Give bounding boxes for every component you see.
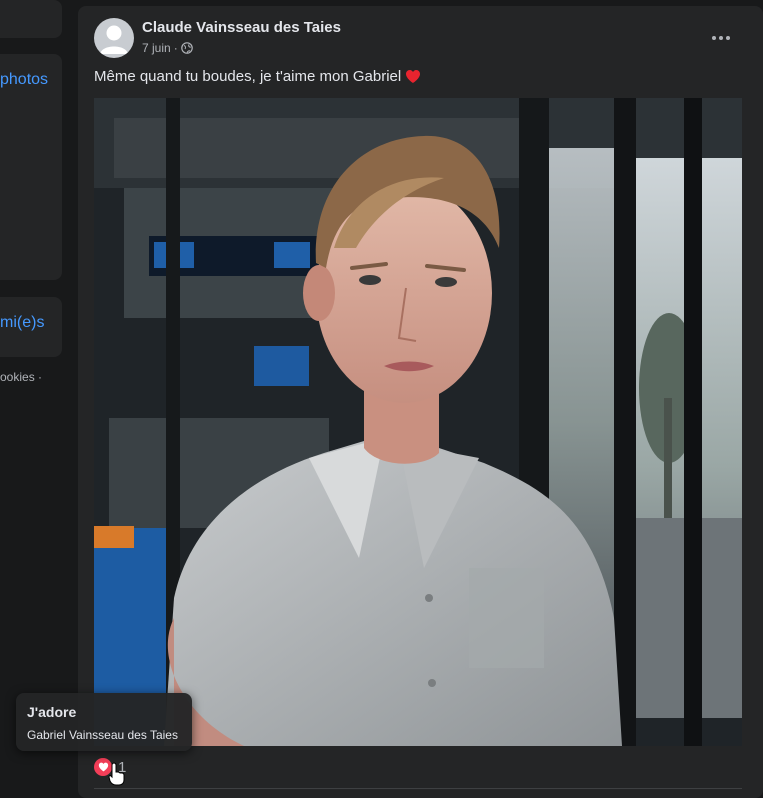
more-horizontal-icon: [712, 36, 730, 40]
caption-text: Même quand tu boudes, je t'aime mon Gabr…: [94, 68, 402, 85]
red-heart-icon: [406, 70, 421, 83]
default-avatar-icon: [100, 25, 128, 54]
left-card-intro: [0, 0, 62, 38]
action-divider: [94, 788, 742, 789]
photo-boy-on-bus: [94, 98, 742, 746]
post-caption: Même quand tu boudes, je t'aime mon Gabr…: [94, 68, 421, 85]
globe-icon[interactable]: [180, 42, 193, 54]
tooltip-reactor-name: Gabriel Vainsseau des Taies: [27, 728, 178, 742]
friends-link[interactable]: mi(e)s: [0, 314, 44, 332]
footer-links[interactable]: ookies ·: [0, 370, 42, 384]
meta-separator: ·: [173, 41, 178, 55]
author-name[interactable]: Claude Vainsseau des Taies: [142, 19, 341, 36]
post-photo[interactable]: [94, 98, 742, 746]
post-card: Claude Vainsseau des Taies 7 juin · Même…: [78, 6, 763, 798]
tooltip-title: J'adore: [27, 704, 77, 720]
post-date[interactable]: 7 juin: [142, 41, 171, 55]
hand-cursor-icon: [108, 762, 125, 786]
more-options-button[interactable]: [709, 26, 733, 50]
photos-link[interactable]: photos: [0, 71, 48, 89]
post-meta: 7 juin ·: [142, 41, 193, 55]
author-avatar[interactable]: [94, 18, 134, 58]
reaction-tooltip: J'adore Gabriel Vainsseau des Taies: [16, 693, 192, 751]
